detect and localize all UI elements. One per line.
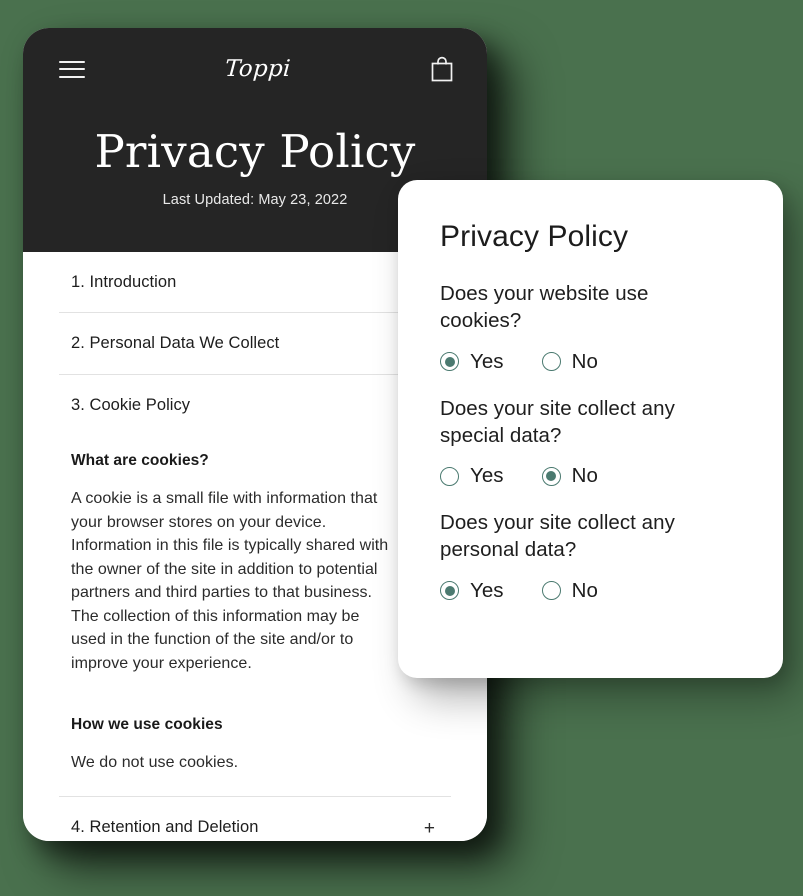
question-text: Does your site collect any personal data… xyxy=(440,511,675,562)
accordion-label: 4. Retention and Deletion xyxy=(71,817,259,836)
radio-option-personal-data-yes[interactable]: Yes xyxy=(440,579,504,603)
radio-option-cookies-yes[interactable]: Yes xyxy=(440,350,504,374)
accordion-item-introduction[interactable]: 1. Introduction xyxy=(59,252,451,314)
cookie-subheading-what-are-cookies: What are cookies? xyxy=(71,452,209,470)
radio-label: No xyxy=(571,464,598,487)
radio-option-personal-data-no[interactable]: No xyxy=(541,578,598,603)
radio-label: Yes xyxy=(470,578,504,602)
radio-option-special-data-yes[interactable]: Yes xyxy=(440,464,504,488)
plus-expand-icon[interactable]: + xyxy=(424,816,451,838)
accordion-label: 2. Personal Data We Collect xyxy=(71,334,280,353)
radio-option-cookies-no[interactable]: No xyxy=(541,349,598,374)
policy-section-list-collapsed: 4. Retention and Deletion + 5. Your Righ… xyxy=(23,797,487,841)
radio-unselected-icon[interactable] xyxy=(541,581,561,600)
radio-group-personal-data: Yes No xyxy=(440,579,747,603)
accordion-label: 3. Cookie Policy xyxy=(71,395,191,414)
cookie-paragraph-usage: We do not use cookies. xyxy=(71,754,239,772)
mobile-topbar: Toppi xyxy=(23,28,487,110)
question-block-cookies: Does your website use cookies? Yes No xyxy=(440,280,747,374)
accordion-item-personal-data[interactable]: 2. Personal Data We Collect xyxy=(59,313,451,375)
accordion-label: 1. Introduction xyxy=(71,273,177,291)
cookie-paragraph-definition: A cookie is a small file with informatio… xyxy=(71,490,389,672)
radio-selected-icon[interactable] xyxy=(541,466,561,486)
question-block-special-data: Does your site collect any special data?… xyxy=(440,395,747,489)
radio-group-special-data: Yes No xyxy=(440,464,747,488)
hamburger-menu-icon[interactable] xyxy=(59,60,85,78)
radio-selected-icon[interactable] xyxy=(440,352,459,371)
radio-option-special-data-no[interactable]: No xyxy=(541,464,598,488)
hamburger-line xyxy=(59,75,85,78)
privacy-policy-questionnaire-card: Privacy Policy Does your website use coo… xyxy=(398,180,783,678)
radio-unselected-icon[interactable] xyxy=(541,352,561,371)
radio-label: No xyxy=(571,578,598,602)
brand-wordmark[interactable]: Toppi xyxy=(224,56,292,82)
cookie-subheading-how-we-use: How we use cookies xyxy=(71,716,223,734)
question-text: Does your website use cookies? xyxy=(440,282,649,333)
radio-selected-icon[interactable] xyxy=(440,581,459,600)
question-block-personal-data: Does your site collect any personal data… xyxy=(440,509,747,603)
radio-unselected-icon[interactable] xyxy=(440,466,459,486)
hamburger-line xyxy=(59,60,85,63)
radio-label: No xyxy=(571,349,598,373)
accordion-item-cookie-policy[interactable]: 3. Cookie Policy xyxy=(59,375,451,435)
question-text: Does your site collect any special data? xyxy=(440,396,675,447)
radio-label: Yes xyxy=(470,349,504,373)
questionnaire-title: Privacy Policy xyxy=(440,220,629,253)
hamburger-line xyxy=(59,68,85,70)
radio-label: Yes xyxy=(470,464,504,487)
page-title: Privacy Policy xyxy=(94,125,416,178)
shopping-bag-icon[interactable] xyxy=(431,56,453,82)
accordion-item-retention-and-deletion[interactable]: 4. Retention and Deletion + xyxy=(59,797,451,841)
radio-group-cookies: Yes No xyxy=(440,350,747,374)
